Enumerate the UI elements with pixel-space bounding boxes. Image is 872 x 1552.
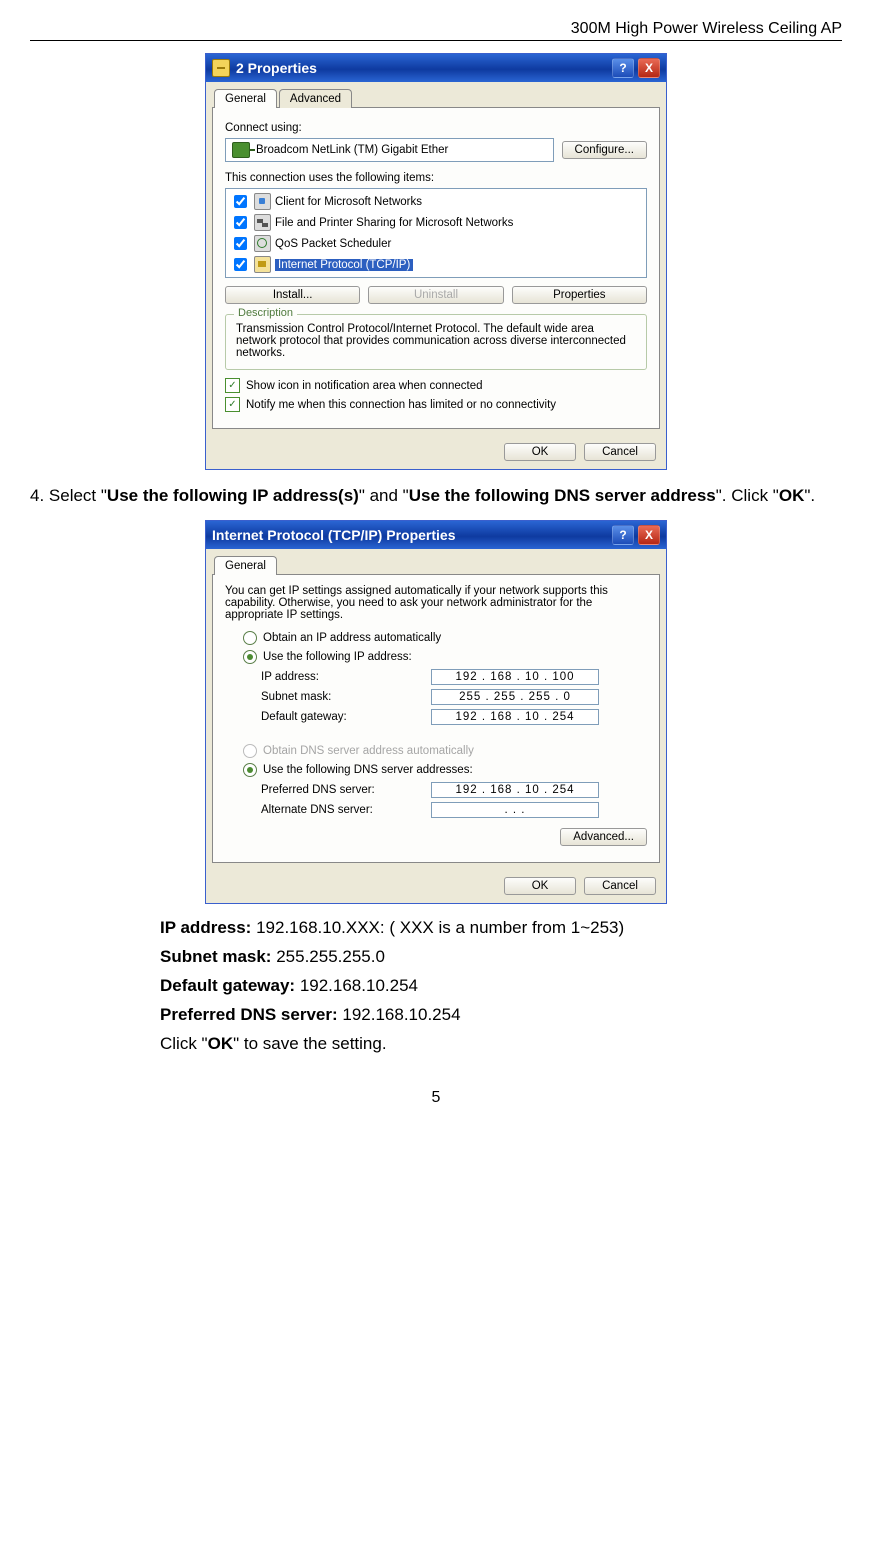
dialog-title: Internet Protocol (TCP/IP) Properties [212, 527, 455, 543]
help-button[interactable]: ? [612, 525, 634, 545]
intro-text: You can get IP settings assigned automat… [225, 585, 647, 621]
radio-use-dns-label: Use the following DNS server addresses: [263, 764, 473, 776]
radio-use-dns[interactable] [243, 763, 257, 777]
titlebar: 2 Properties ? X [206, 54, 666, 82]
qos-icon [254, 235, 271, 252]
items-label: This connection uses the following items… [225, 172, 647, 184]
item-checkbox[interactable] [234, 258, 247, 271]
advanced-button[interactable]: Advanced... [560, 828, 647, 846]
notify-label: Notify me when this connection has limit… [246, 399, 556, 411]
item-label: File and Printer Sharing for Microsoft N… [275, 217, 513, 229]
close-button[interactable]: X [638, 58, 660, 78]
titlebar: Internet Protocol (TCP/IP) Properties ? … [206, 521, 666, 549]
list-item[interactable]: File and Printer Sharing for Microsoft N… [226, 212, 646, 233]
item-label: QoS Packet Scheduler [275, 238, 391, 250]
item-checkbox[interactable] [234, 237, 247, 250]
items-listbox[interactable]: Client for Microsoft Networks File and P… [225, 188, 647, 278]
ok-button[interactable]: OK [504, 877, 576, 895]
item-label: Client for Microsoft Networks [275, 196, 422, 208]
radio-use-ip[interactable] [243, 650, 257, 664]
description-group: Description Transmission Control Protoco… [225, 314, 647, 370]
radio-obtain-dns [243, 744, 257, 758]
adns-field[interactable]: . . . [431, 802, 599, 818]
adapter-text: Broadcom NetLink (TM) Gigabit Ether [256, 144, 448, 156]
list-item[interactable]: Internet Protocol (TCP/IP) [226, 254, 646, 275]
install-button[interactable]: Install... [225, 286, 360, 304]
share-icon [254, 214, 271, 231]
client-icon [254, 193, 271, 210]
connect-using-label: Connect using: [225, 122, 647, 134]
notes-block: IP address: 192.168.10.XXX: ( XXX is a n… [160, 914, 842, 1058]
connection-icon [212, 59, 230, 77]
show-icon-checkbox[interactable]: ✓ [225, 378, 240, 393]
help-button[interactable]: ? [612, 58, 634, 78]
adns-label: Alternate DNS server: [261, 804, 431, 816]
protocol-icon [254, 256, 271, 273]
step-text: 4. Select "Use the following IP address(… [30, 480, 842, 512]
close-button[interactable]: X [638, 525, 660, 545]
properties-button[interactable]: Properties [512, 286, 647, 304]
pdns-field[interactable]: 192 . 168 . 10 . 254 [431, 782, 599, 798]
page-number: 5 [30, 1089, 842, 1107]
ip-address-label: IP address: [261, 671, 431, 683]
item-checkbox[interactable] [234, 216, 247, 229]
subnet-mask-label: Subnet mask: [261, 691, 431, 703]
ip-address-field[interactable]: 192 . 168 . 10 . 100 [431, 669, 599, 685]
tab-advanced[interactable]: Advanced [279, 89, 352, 108]
radio-obtain-dns-label: Obtain DNS server address automatically [263, 745, 474, 757]
radio-obtain-ip[interactable] [243, 631, 257, 645]
dialog-title: 2 Properties [236, 60, 317, 76]
tab-general[interactable]: General [214, 556, 277, 575]
cancel-button[interactable]: Cancel [584, 443, 656, 461]
gateway-label: Default gateway: [261, 711, 431, 723]
show-icon-label: Show icon in notification area when conn… [246, 380, 483, 392]
page-header: 300M High Power Wireless Ceiling AP [30, 20, 842, 41]
dialog-properties: 2 Properties ? X General Advanced Connec… [205, 53, 667, 470]
gateway-field[interactable]: 192 . 168 . 10 . 254 [431, 709, 599, 725]
radio-use-ip-label: Use the following IP address: [263, 651, 412, 663]
configure-button[interactable]: Configure... [562, 141, 647, 159]
ok-button[interactable]: OK [504, 443, 576, 461]
list-item[interactable]: QoS Packet Scheduler [226, 233, 646, 254]
radio-obtain-ip-label: Obtain an IP address automatically [263, 632, 441, 644]
item-checkbox[interactable] [234, 195, 247, 208]
list-item[interactable]: Client for Microsoft Networks [226, 191, 646, 212]
item-label: Internet Protocol (TCP/IP) [275, 259, 413, 271]
pdns-label: Preferred DNS server: [261, 784, 431, 796]
adapter-field: Broadcom NetLink (TM) Gigabit Ether [225, 138, 554, 162]
uninstall-button: Uninstall [368, 286, 503, 304]
description-legend: Description [234, 307, 297, 319]
tab-general[interactable]: General [214, 89, 277, 108]
nic-icon [232, 142, 250, 158]
cancel-button[interactable]: Cancel [584, 877, 656, 895]
notify-checkbox[interactable]: ✓ [225, 397, 240, 412]
description-text: Transmission Control Protocol/Internet P… [236, 323, 636, 359]
dialog-tcpip: Internet Protocol (TCP/IP) Properties ? … [205, 520, 667, 904]
subnet-mask-field[interactable]: 255 . 255 . 255 . 0 [431, 689, 599, 705]
